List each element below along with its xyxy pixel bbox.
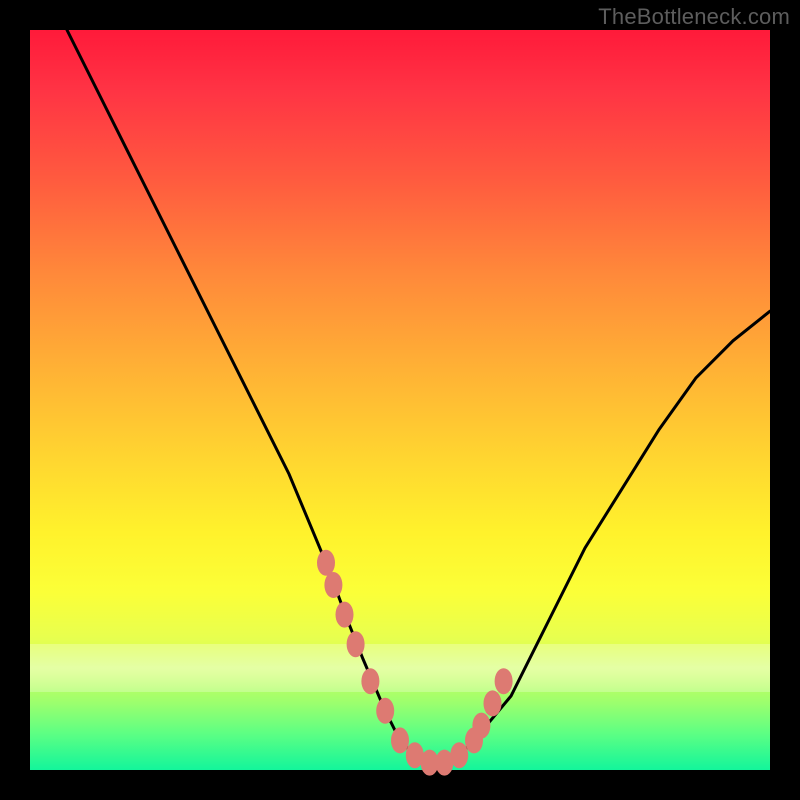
bottleneck-curve [67, 30, 770, 763]
marker-point [391, 727, 409, 753]
watermark-text: TheBottleneck.com [598, 4, 790, 30]
marker-point [347, 631, 365, 657]
chart-frame: TheBottleneck.com [0, 0, 800, 800]
curve-svg [30, 30, 770, 770]
marker-point [450, 742, 468, 768]
marker-point [317, 550, 335, 576]
plot-area [30, 30, 770, 770]
marker-point [324, 572, 342, 598]
marker-point [484, 690, 502, 716]
marker-point [376, 698, 394, 724]
marker-point [495, 668, 513, 694]
marker-point [361, 668, 379, 694]
marker-point [336, 602, 354, 628]
marker-point [472, 713, 490, 739]
marker-group [317, 550, 513, 776]
